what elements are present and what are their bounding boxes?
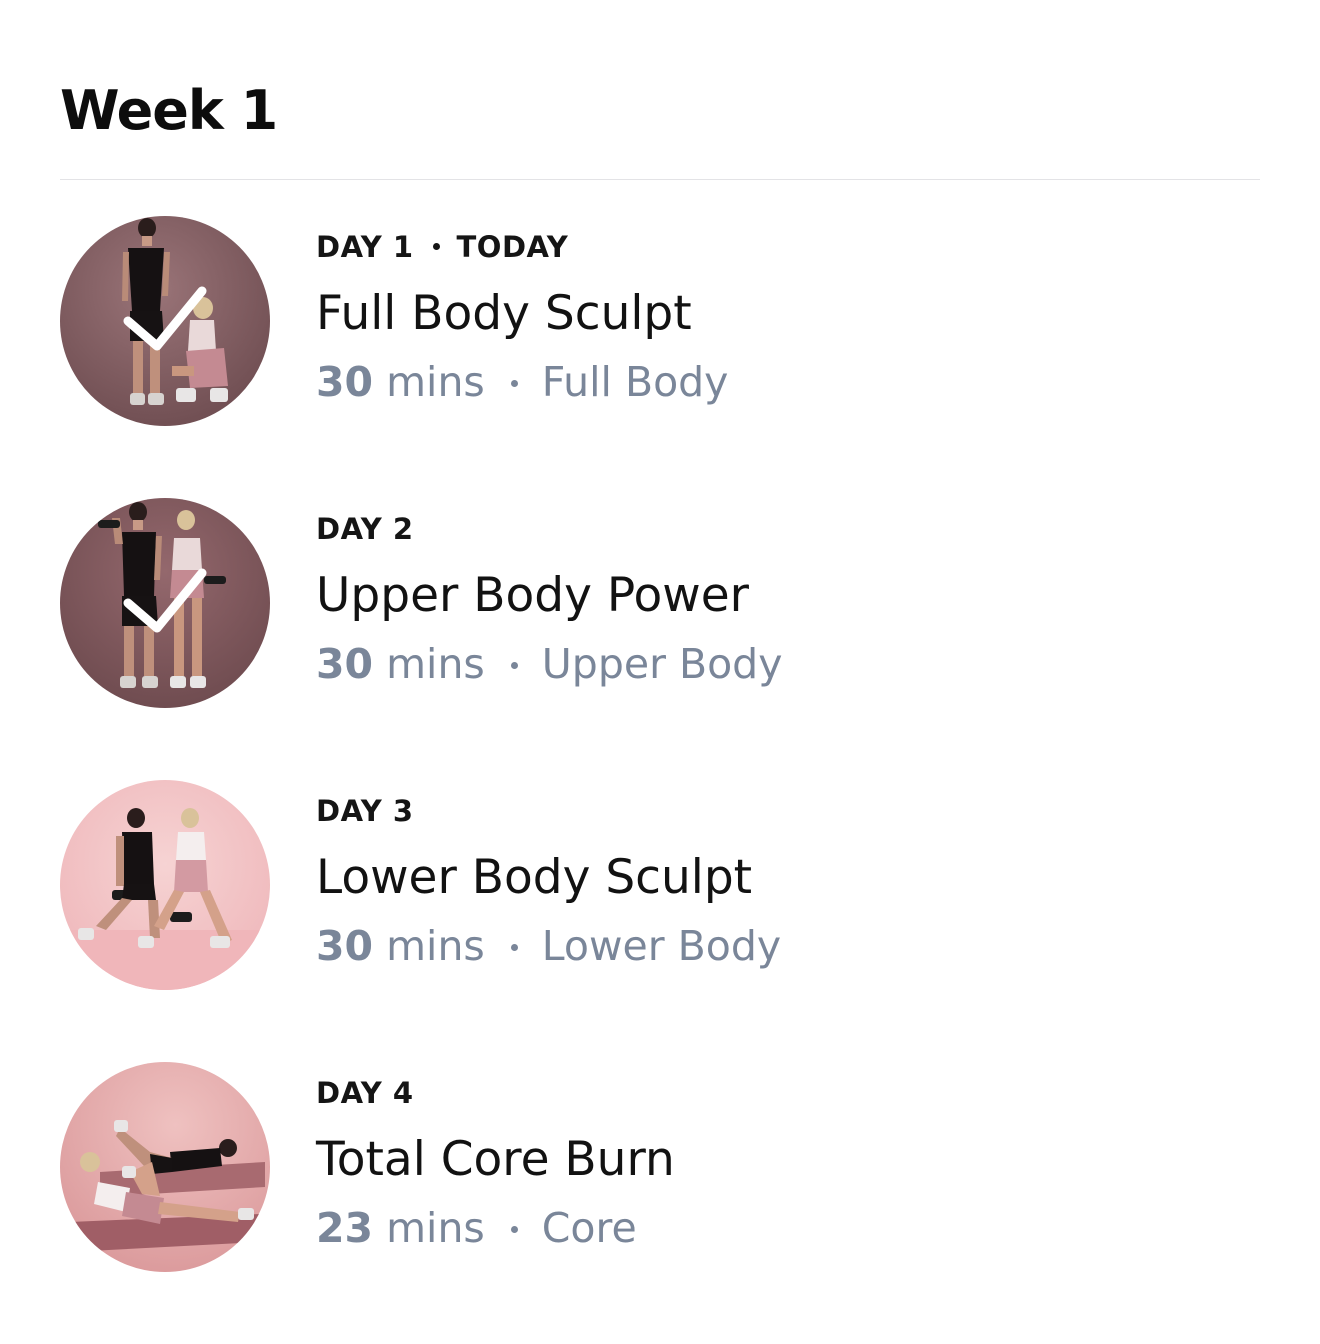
dot-separator [510,379,518,387]
workout-thumbnail [60,498,270,708]
duration-value: 30 [316,640,374,688]
workout-title: Total Core Burn [316,1132,675,1187]
workout-text: DAY 4 Total Core Burn 23 mins Core [316,1074,1216,1254]
workout-title: Upper Body Power [316,568,749,623]
duration-unit: mins [386,640,485,688]
category-label: Full Body [541,358,729,406]
workout-thumbnail [60,216,270,426]
duration-unit: mins [386,358,485,406]
header-divider [60,179,1260,180]
dot-separator [510,661,518,669]
duration-value: 30 [316,922,374,970]
workout-meta: 30 mins Lower Body [316,920,1216,972]
workout-text: DAY 1 TODAY Full Body Sculpt 30 mins Full … [316,228,1216,408]
today-badge: TODAY [456,230,569,264]
week-title: Week 1 [60,79,278,142]
workout-item-day-3[interactable]: DAY 3 Lower Body Sculpt 30 mins Lower Bod… [60,780,1260,1062]
category-label: Lower Body [541,922,782,970]
day-label: DAY 3 [316,794,414,828]
checkmark-icon [123,286,207,351]
category-label: Core [541,1204,637,1252]
day-label-row: DAY 2 [316,510,1216,548]
dot-separator [510,943,518,951]
workout-item-day-2[interactable]: DAY 2 Upper Body Power 30 mins Upper Body [60,498,1260,780]
day-label: DAY 2 [316,512,414,546]
duration-value: 23 [316,1204,374,1252]
workout-item-day-1[interactable]: DAY 1 TODAY Full Body Sculpt 30 mins Full … [60,216,1260,498]
day-label-row: DAY 4 [316,1074,1216,1112]
workout-meta: 23 mins Core [316,1202,1216,1254]
day-label-row: DAY 1 TODAY [316,228,1216,266]
workout-photo [60,780,270,990]
day-label: DAY 4 [316,1076,414,1110]
day-label-row: DAY 3 [316,792,1216,830]
duration-value: 30 [316,358,374,406]
workout-text: DAY 3 Lower Body Sculpt 30 mins Lower Bod… [316,792,1216,972]
workout-thumbnail [60,1062,270,1272]
workout-meta: 30 mins Upper Body [316,638,1216,690]
workout-photo [60,1062,270,1272]
workout-text: DAY 2 Upper Body Power 30 mins Upper Body [316,510,1216,690]
day-label: DAY 1 [316,230,414,264]
workout-meta: 30 mins Full Body [316,356,1216,408]
duration-unit: mins [386,922,485,970]
workout-title: Lower Body Sculpt [316,850,753,905]
workout-title: Full Body Sculpt [316,286,692,341]
checkmark-icon [123,568,207,633]
workout-thumbnail [60,780,270,990]
dot-separator [510,1225,518,1233]
category-label: Upper Body [541,640,783,688]
workout-list: DAY 1 TODAY Full Body Sculpt 30 mins Full … [60,216,1260,1344]
workout-item-day-4[interactable]: DAY 4 Total Core Burn 23 mins Core [60,1062,1260,1344]
dot-separator [432,242,440,250]
duration-unit: mins [386,1204,485,1252]
